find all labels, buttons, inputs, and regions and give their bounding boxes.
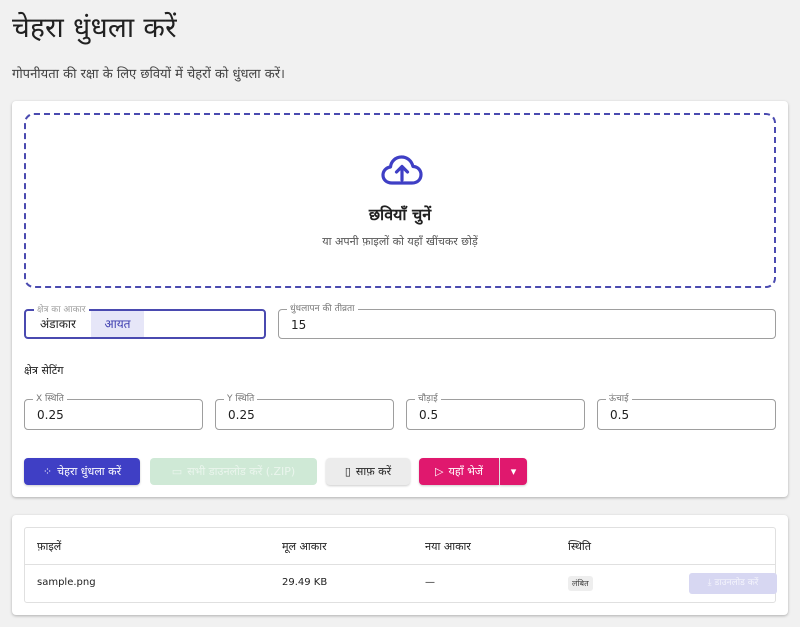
blur-intensity-field[interactable]: धुंधलापन की तीव्रता 15 xyxy=(278,303,776,339)
height-value: 0.5 xyxy=(610,408,630,422)
blur-intensity-value: 15 xyxy=(291,318,307,332)
blur-settings-card: छवियाँ चुनें या अपनी फ़ाइलों को यहाँ खीं… xyxy=(12,101,788,497)
send-menu-button[interactable]: ▾ xyxy=(500,458,527,485)
shape-option-rectangle[interactable]: आयत xyxy=(91,311,144,337)
x-position-value: 0.25 xyxy=(37,408,64,422)
dropzone-hint: या अपनी फ़ाइलों को यहाँ खींचकर छोड़ें xyxy=(322,235,478,248)
dropzone-title: छवियाँ चुनें xyxy=(368,205,432,224)
download-all-zip-button[interactable]: ▭ सभी डाउनलोड करें (.ZIP) xyxy=(150,458,317,485)
image-dropzone[interactable]: छवियाँ चुनें या अपनी फ़ाइलों को यहाँ खीं… xyxy=(24,113,776,288)
original-size: 29.49 KB xyxy=(282,577,328,588)
clear-button[interactable]: ▯ साफ़ करें xyxy=(326,458,410,485)
clear-label: साफ़ करें xyxy=(355,465,392,478)
blur-intensity-label: धुंधलापन की तीव्रता xyxy=(287,303,358,315)
cloud-upload-icon xyxy=(381,155,423,185)
status-badge: लंबित xyxy=(568,576,593,591)
trash-icon: ▯ xyxy=(344,465,351,478)
y-position-value: 0.25 xyxy=(228,408,255,422)
width-field[interactable]: चौड़ाई 0.5 xyxy=(406,393,585,430)
blur-faces-button[interactable]: ⁘ चेहरा धुंधला करें xyxy=(24,458,140,485)
width-value: 0.5 xyxy=(419,408,439,422)
download-all-label: सभी डाउनलोड करें (.ZIP) xyxy=(187,465,296,478)
files-table-header: फ़ाइलें मूल आकार नया आकार स्थिति xyxy=(25,528,775,565)
region-settings-heading: क्षेत्र सेटिंग xyxy=(24,364,64,377)
file-download-button[interactable]: ⤓ डाउनलोड करें xyxy=(689,573,777,594)
table-row: sample.png 29.49 KB — लंबित ⤓ डाउनलोड कर… xyxy=(25,565,777,603)
region-shape-toggle: क्षेत्र का आकार अंडाकार आयत xyxy=(24,304,266,339)
file-name: sample.png xyxy=(37,577,96,588)
folder-download-icon: ▭ xyxy=(171,465,183,478)
height-field[interactable]: ऊंचाई 0.5 xyxy=(597,393,776,430)
x-position-field[interactable]: X स्थिति 0.25 xyxy=(24,393,203,430)
column-status: स्थिति xyxy=(568,540,592,553)
files-card: फ़ाइलें मूल आकार नया आकार स्थिति sample.… xyxy=(12,515,788,615)
column-new-size: नया आकार xyxy=(425,540,471,553)
chevron-down-icon: ▾ xyxy=(510,465,517,478)
send-button[interactable]: ▷ यहाँ भेजें xyxy=(419,458,499,485)
blur-faces-label: चेहरा धुंधला करें xyxy=(57,465,122,478)
height-label: ऊंचाई xyxy=(606,393,632,405)
new-size: — xyxy=(425,577,435,588)
blur-grid-icon: ⁘ xyxy=(42,465,53,478)
width-label: चौड़ाई xyxy=(415,393,441,405)
file-download-label: डाउनलोड करें xyxy=(714,578,759,588)
column-files: फ़ाइलें xyxy=(37,540,62,553)
page-title: चेहरा धुंधला करें xyxy=(12,11,177,44)
y-position-label: Y स्थिति xyxy=(224,393,258,405)
page-subtitle: गोपनीयता की रक्षा के लिए छवियों में चेहर… xyxy=(12,67,285,82)
x-position-label: X स्थिति xyxy=(33,393,67,405)
send-icon: ▷ xyxy=(435,465,444,478)
send-label: यहाँ भेजें xyxy=(448,465,483,478)
y-position-field[interactable]: Y स्थिति 0.25 xyxy=(215,393,394,430)
files-table: फ़ाइलें मूल आकार नया आकार स्थिति sample.… xyxy=(24,527,777,603)
download-icon: ⤓ xyxy=(707,578,712,588)
column-original-size: मूल आकार xyxy=(282,540,327,553)
shape-option-oval[interactable]: अंडाकार xyxy=(26,311,91,337)
